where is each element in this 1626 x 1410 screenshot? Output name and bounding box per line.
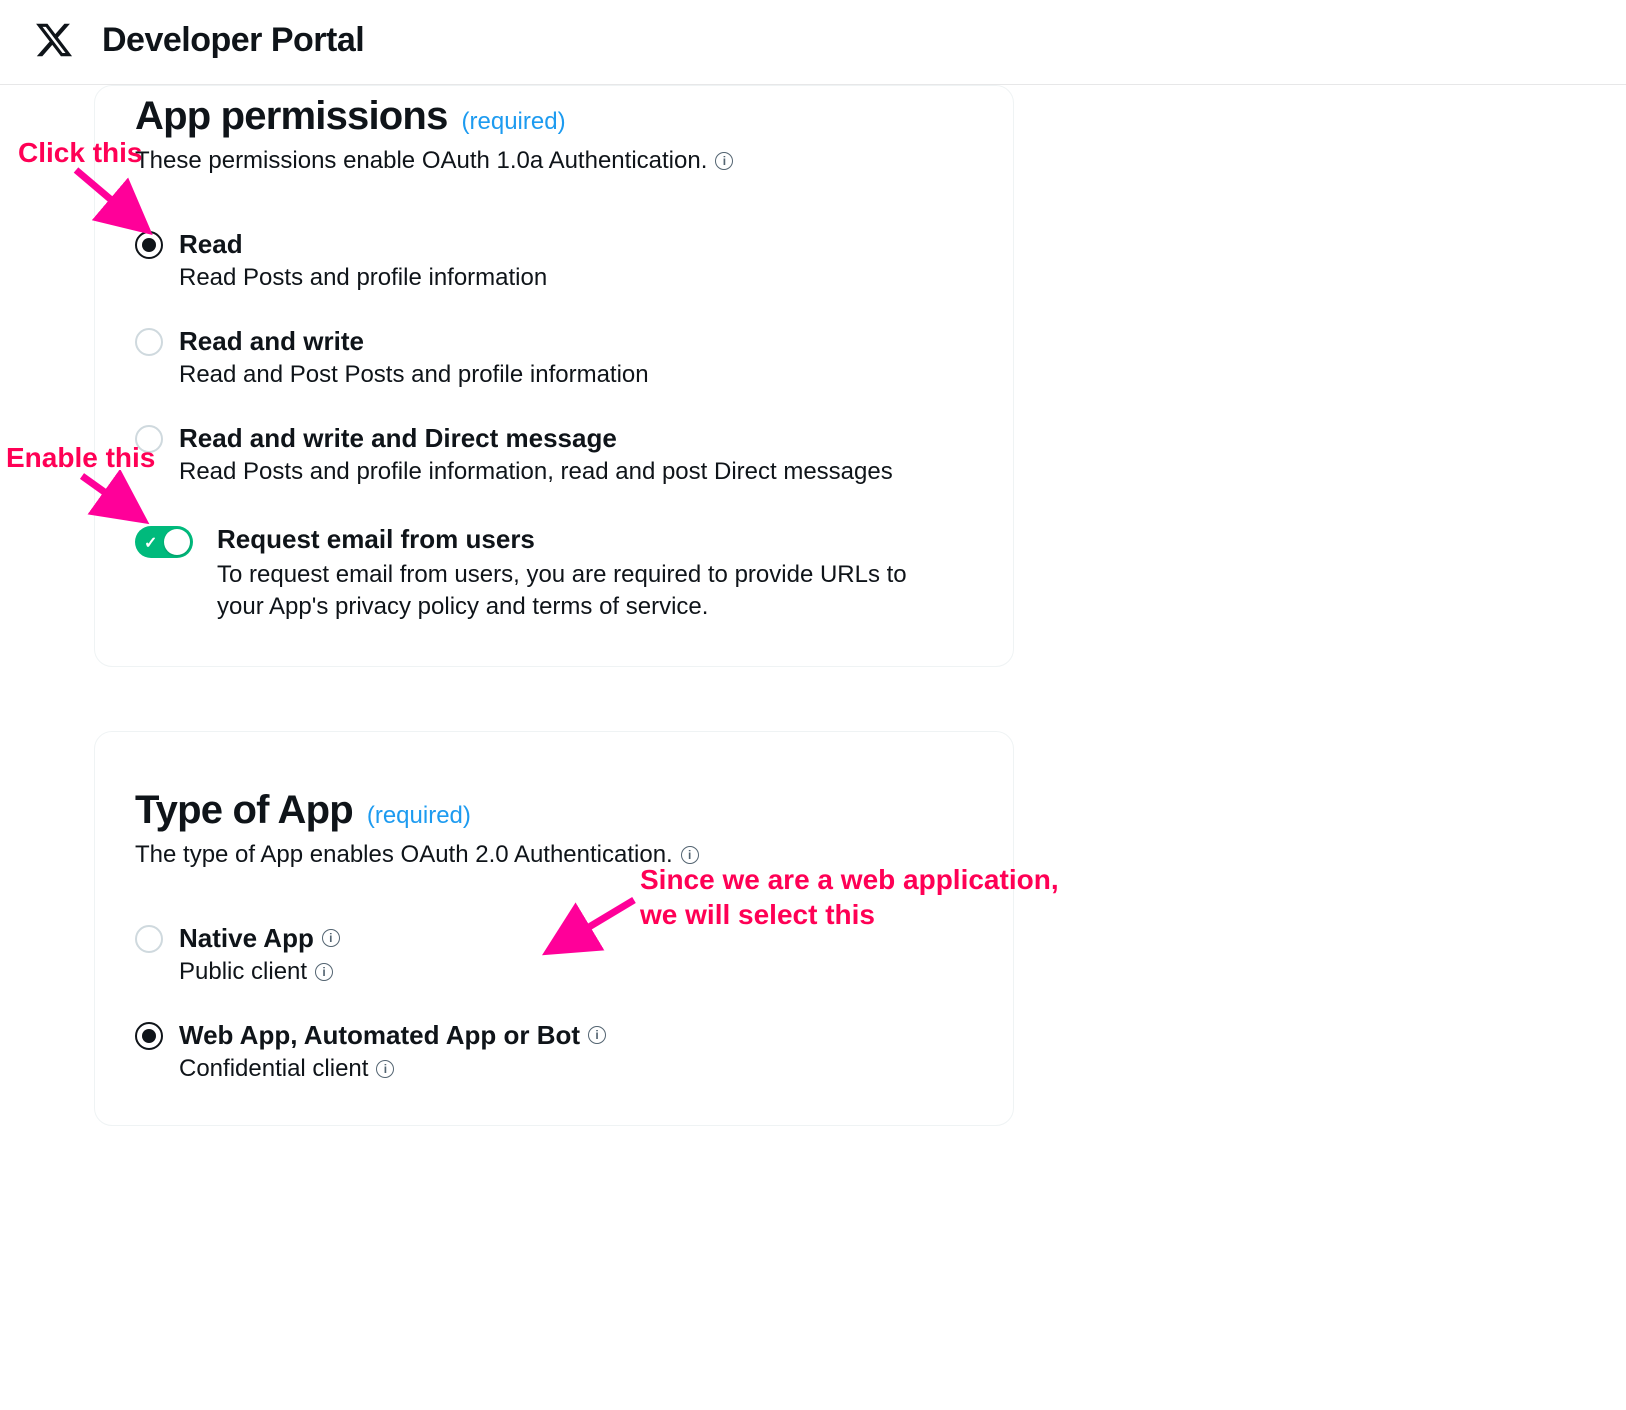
app-type-option-native[interactable]: Native App i Public client i [135, 923, 973, 986]
radio-icon[interactable] [135, 328, 163, 356]
app-permissions-card: App permissions (required) These permiss… [94, 85, 1014, 667]
info-icon[interactable]: i [588, 1026, 606, 1044]
portal-title: Developer Portal [102, 21, 364, 60]
radio-sub: Public client [179, 958, 307, 986]
radio-icon[interactable] [135, 925, 163, 953]
info-icon[interactable]: i [322, 929, 340, 947]
radio-sub: Read Posts and profile information [179, 264, 547, 292]
info-icon[interactable]: i [315, 963, 333, 981]
top-bar: Developer Portal [0, 0, 1626, 85]
request-email-row: ✓ Request email from users To request em… [135, 524, 973, 624]
radio-sub: Read Posts and profile information, read… [179, 458, 893, 486]
radio-label: Web App, Automated App or Bot [179, 1020, 580, 1051]
radio-sub: Read and Post Posts and profile informat… [179, 361, 649, 389]
radio-icon[interactable] [135, 1022, 163, 1050]
radio-label: Native App [179, 923, 314, 954]
toggle-description: To request email from users, you are req… [217, 559, 957, 624]
permission-option-read-write-dm[interactable]: Read and write and Direct message Read P… [135, 423, 973, 486]
app-type-title: Type of App [135, 788, 353, 833]
info-icon[interactable]: i [681, 846, 699, 864]
permissions-description: These permissions enable OAuth 1.0a Auth… [135, 147, 973, 175]
type-of-app-card: Type of App (required) The type of App e… [94, 731, 1014, 1126]
permission-option-read-write[interactable]: Read and write Read and Post Posts and p… [135, 326, 973, 389]
radio-label: Read and write and Direct message [179, 423, 893, 454]
permissions-title: App permissions [135, 94, 448, 139]
checkmark-icon: ✓ [144, 533, 157, 553]
app-type-description: The type of App enables OAuth 2.0 Authen… [135, 841, 973, 869]
info-icon[interactable]: i [376, 1060, 394, 1078]
permissions-description-text: These permissions enable OAuth 1.0a Auth… [135, 147, 707, 175]
toggle-label: Request email from users [217, 524, 957, 555]
required-label: (required) [462, 108, 566, 136]
radio-icon[interactable] [135, 425, 163, 453]
required-label: (required) [367, 802, 471, 830]
permission-option-read[interactable]: Read Read Posts and profile information [135, 229, 973, 292]
toggle-knob [164, 529, 190, 555]
app-type-description-text: The type of App enables OAuth 2.0 Authen… [135, 841, 673, 869]
x-logo-icon [34, 20, 74, 60]
radio-sub: Confidential client [179, 1055, 368, 1083]
radio-label: Read [179, 229, 547, 260]
request-email-toggle[interactable]: ✓ [135, 526, 193, 558]
radio-label: Read and write [179, 326, 649, 357]
app-type-option-web[interactable]: Web App, Automated App or Bot i Confiden… [135, 1020, 973, 1083]
radio-icon[interactable] [135, 231, 163, 259]
info-icon[interactable]: i [715, 152, 733, 170]
